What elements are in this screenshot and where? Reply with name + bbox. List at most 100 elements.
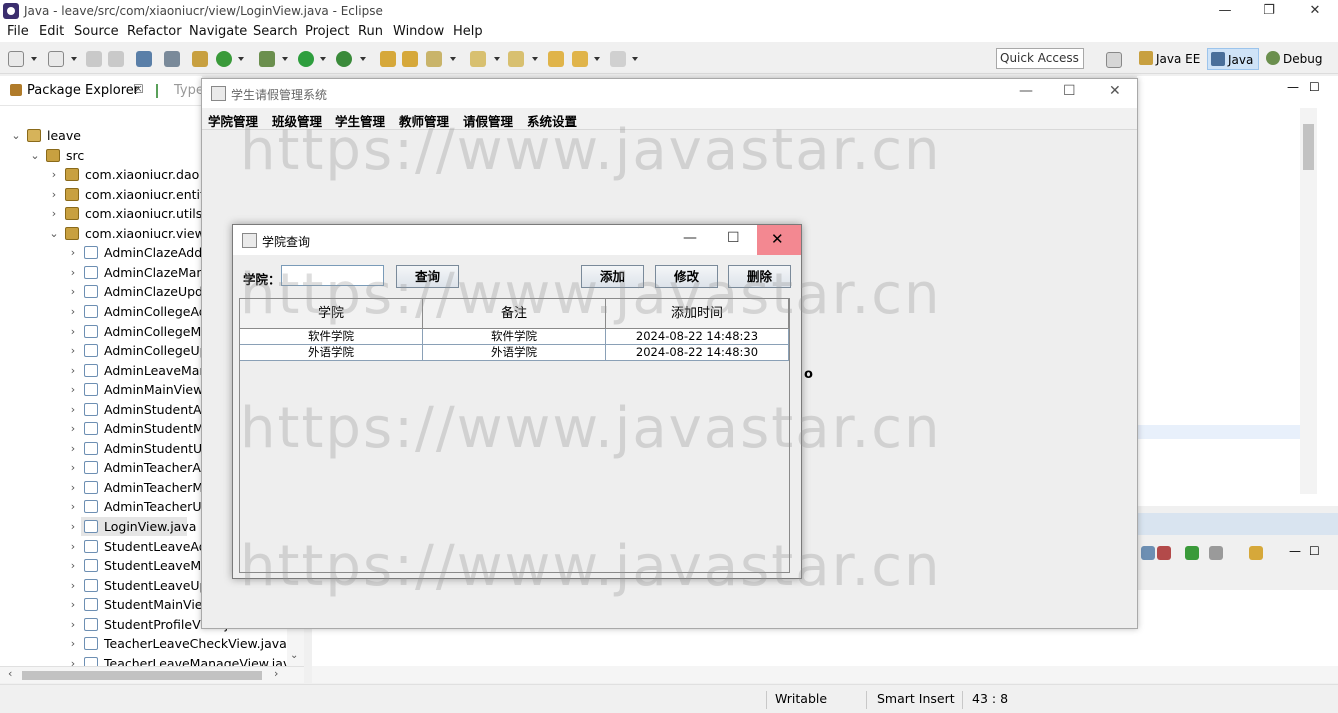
add-button[interactable]: 添加 [581, 265, 644, 288]
menu-student-management[interactable]: 学生管理 [335, 111, 385, 130]
dialog-minimize-button[interactable]: — [683, 230, 697, 246]
expand-arrow-icon[interactable]: › [67, 322, 79, 341]
table-cell[interactable]: 外语学院 [240, 345, 423, 361]
eclipse-restore-button[interactable]: ❐ [1246, 0, 1292, 22]
delete-button[interactable]: 删除 [728, 265, 791, 288]
expand-arrow-icon[interactable]: › [67, 419, 79, 438]
last-edit-icon[interactable] [548, 51, 564, 67]
collapse-arrow-icon[interactable]: ⌄ [10, 126, 22, 145]
menu-class-management[interactable]: 班级管理 [272, 111, 322, 130]
new-file-icon[interactable] [48, 51, 64, 67]
eclipse-minimize-button[interactable]: — [1202, 0, 1248, 22]
expand-arrow-icon[interactable]: › [67, 439, 79, 458]
search-dropdown-icon[interactable] [450, 57, 456, 61]
save-all-icon[interactable] [108, 51, 124, 67]
tree-item[interactable]: › TeacherLeaveCheckView.java [0, 634, 300, 653]
menu-source[interactable]: Source [74, 24, 119, 39]
eclipse-close-button[interactable]: ✕ [1292, 0, 1338, 22]
column-header-remark[interactable]: 备注 [423, 299, 606, 329]
perspective-debug[interactable]: Debug [1263, 48, 1333, 70]
open-perspective-icon[interactable] [1106, 52, 1122, 68]
hscroll-thumb[interactable] [22, 671, 262, 680]
table-cell[interactable]: 2024-08-22 14:48:23 [606, 329, 789, 345]
package-explorer-hscrollbar[interactable]: ‹ › [0, 666, 304, 683]
menu-window[interactable]: Window [393, 24, 444, 39]
open-folder-icon[interactable] [402, 51, 418, 67]
forward-dropdown-icon[interactable] [632, 57, 638, 61]
collapse-arrow-icon[interactable]: ⌄ [29, 146, 41, 165]
prev-annotation-icon[interactable] [508, 51, 524, 67]
scroll-left-icon[interactable]: ‹ [8, 667, 12, 680]
console-hscrollbar[interactable] [312, 666, 1338, 683]
terminal-icon[interactable] [136, 51, 152, 67]
next-annotation-icon[interactable] [470, 51, 486, 67]
skip-breakpoints-icon[interactable] [164, 51, 180, 67]
search-button[interactable]: 查询 [396, 265, 459, 288]
menu-search[interactable]: Search [253, 24, 298, 39]
menu-run[interactable]: Run [358, 24, 383, 39]
run-external-icon[interactable] [336, 51, 352, 67]
expand-arrow-icon[interactable]: › [67, 478, 79, 497]
scroll-right-icon[interactable]: › [274, 667, 278, 680]
run-dropdown-icon[interactable] [320, 57, 326, 61]
editor-minimize-button[interactable]: — [1287, 80, 1299, 94]
expand-arrow-icon[interactable]: › [67, 302, 79, 321]
expand-arrow-icon[interactable]: › [67, 654, 79, 666]
expand-arrow-icon[interactable]: › [67, 341, 79, 360]
dialog-close-button[interactable]: ✕ [771, 230, 784, 248]
display-console-icon[interactable] [1209, 546, 1223, 560]
column-header-college[interactable]: 学院 [240, 299, 423, 329]
package-explorer-tab[interactable]: Package Explorer ☒ Type [0, 76, 204, 106]
open-console-icon[interactable] [1249, 546, 1263, 560]
new-dropdown-icon[interactable] [31, 57, 37, 61]
new-class-dropdown-icon[interactable] [238, 57, 244, 61]
save-icon[interactable] [86, 51, 102, 67]
new-file-dropdown-icon[interactable] [71, 57, 77, 61]
editor-maximize-button[interactable]: ☐ [1309, 80, 1320, 94]
console-maximize-button[interactable]: ☐ [1309, 544, 1320, 558]
menu-refactor[interactable]: Refactor [127, 24, 182, 39]
tree-item[interactable]: › LoginView.java [71, 517, 196, 536]
menu-college-management[interactable]: 学院管理 [208, 111, 258, 130]
menu-teacher-management[interactable]: 教师管理 [399, 111, 449, 130]
column-header-add-time[interactable]: 添加时间 [606, 299, 789, 329]
table-cell[interactable]: 2024-08-22 14:48:30 [606, 345, 789, 361]
menu-system-settings[interactable]: 系统设置 [527, 111, 577, 130]
expand-arrow-icon[interactable]: › [67, 361, 79, 380]
dialog-maximize-button[interactable]: ☐ [727, 230, 740, 246]
expand-arrow-icon[interactable]: › [67, 537, 79, 556]
collapse-arrow-icon[interactable]: ⌄ [48, 224, 60, 243]
menu-file[interactable]: File [7, 24, 29, 39]
table-cell[interactable]: 外语学院 [423, 345, 606, 361]
expand-arrow-icon[interactable]: › [67, 263, 79, 282]
new-icon[interactable] [8, 51, 24, 67]
main-minimize-button[interactable]: — [1019, 83, 1033, 99]
perspective-java-ee[interactable]: Java EE [1136, 48, 1204, 70]
expand-arrow-icon[interactable]: › [67, 556, 79, 575]
prev-annotation-dropdown-icon[interactable] [532, 57, 538, 61]
expand-arrow-icon[interactable]: › [67, 595, 79, 614]
quick-access-input[interactable]: Quick Access [996, 48, 1084, 69]
back-dropdown-icon[interactable] [594, 57, 600, 61]
forward-icon[interactable] [610, 51, 626, 67]
run-external-dropdown-icon[interactable] [360, 57, 366, 61]
search-icon[interactable] [426, 51, 442, 67]
table-cell[interactable]: 软件学院 [240, 329, 423, 345]
close-icon[interactable]: ☒ [133, 82, 144, 96]
expand-arrow-icon[interactable]: › [67, 576, 79, 595]
expand-arrow-icon[interactable]: › [67, 458, 79, 477]
expand-arrow-icon[interactable]: › [48, 185, 60, 204]
expand-arrow-icon[interactable]: › [48, 165, 60, 184]
editor-scroll-thumb[interactable] [1303, 124, 1314, 170]
console-minimize-button[interactable]: — [1289, 544, 1301, 558]
expand-arrow-icon[interactable]: › [67, 634, 79, 653]
editor-scrollbar[interactable] [1300, 108, 1317, 494]
expand-arrow-icon[interactable]: › [67, 380, 79, 399]
tree-item[interactable]: › TeacherLeaveManageView.java [0, 654, 300, 666]
expand-arrow-icon[interactable]: › [48, 204, 60, 223]
menu-navigate[interactable]: Navigate [189, 24, 247, 39]
back-icon[interactable] [572, 51, 588, 67]
expand-arrow-icon[interactable]: › [67, 282, 79, 301]
main-close-button[interactable]: ✕ [1109, 83, 1121, 99]
expand-arrow-icon[interactable]: › [67, 497, 79, 516]
